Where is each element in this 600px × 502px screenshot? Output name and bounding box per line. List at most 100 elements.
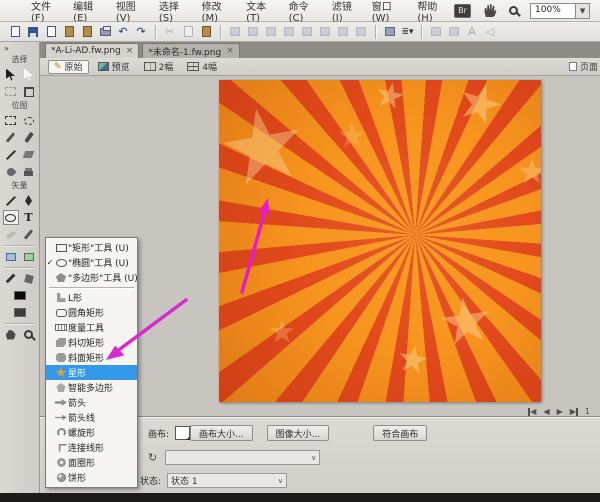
magic-wand-tool-icon[interactable] <box>3 130 19 145</box>
arrow-line-icon <box>55 414 67 422</box>
first-state-icon[interactable]: ◀ <box>528 407 536 416</box>
panel-divider <box>4 267 35 268</box>
main-toolbar: ↶ ↷ ✂ ≣▾ A ◁ <box>0 22 600 42</box>
tab-a-li-ad[interactable]: *A-Li-AD.fw.png × <box>45 43 139 58</box>
canvas-sunburst-image[interactable] <box>219 80 541 402</box>
menu-item-pie[interactable]: 饼形 <box>46 470 137 485</box>
chevron-down-icon[interactable]: ▼ <box>576 3 590 19</box>
menu-item-arrow[interactable]: 箭头 <box>46 395 137 410</box>
four-up-view-button[interactable]: 4幅 <box>182 60 222 74</box>
select-behind-tool-icon[interactable] <box>21 67 37 82</box>
slice-tool-icon[interactable] <box>21 249 37 264</box>
stamp-tool-icon[interactable] <box>21 164 37 179</box>
tools-panel: » 选择 位图 矢量 <box>0 42 40 493</box>
menu-filters[interactable]: 滤镜(I) <box>325 0 365 21</box>
text-tool-icon[interactable]: T <box>21 210 37 225</box>
annotation-arrow-canvas <box>234 192 282 300</box>
chevron-down-icon: ∨ <box>278 477 283 485</box>
fit-canvas-button[interactable]: 符合画布 <box>373 425 427 441</box>
marquee-tool-icon[interactable] <box>3 113 19 128</box>
menu-file[interactable]: 文件(F) <box>24 0 66 21</box>
menu-select[interactable]: 选择(S) <box>152 0 195 21</box>
freeform-tool-icon[interactable] <box>21 227 37 242</box>
canvas-color-swatch[interactable] <box>175 426 190 440</box>
crop-tool-icon[interactable] <box>21 84 37 99</box>
two-up-view-button[interactable]: 2幅 <box>139 60 179 74</box>
tools-section-vector-label: 矢量 <box>0 180 39 192</box>
panel-expand-icon[interactable]: » <box>0 42 39 54</box>
menu-item-rectangle-tool[interactable]: "矩形"工具 (U) <box>46 240 137 255</box>
paste-icon[interactable] <box>199 25 213 38</box>
pencil-tool-icon[interactable] <box>3 147 19 162</box>
eraser-tool-icon[interactable] <box>21 147 37 162</box>
pen-tool-icon[interactable] <box>21 193 37 208</box>
stroke-color-swatch[interactable] <box>12 288 28 303</box>
close-icon[interactable]: × <box>226 46 234 56</box>
menu-item-spiral[interactable]: 螺旋形 <box>46 425 137 440</box>
hotspot-tool-icon[interactable] <box>3 249 19 264</box>
style-icon[interactable] <box>383 25 397 38</box>
menu-item-arrow-line[interactable]: 箭头线 <box>46 410 137 425</box>
bridge-badge-icon[interactable]: Br <box>454 4 471 18</box>
print-icon[interactable] <box>98 25 112 38</box>
eyedropper-tool-icon[interactable] <box>3 271 19 286</box>
redo-icon[interactable]: ↷ <box>134 25 148 38</box>
hand-tool-icon[interactable] <box>483 4 497 17</box>
menu-view[interactable]: 视图(V) <box>109 0 152 21</box>
next-state-icon[interactable]: ▶ <box>557 407 563 416</box>
new-document-icon[interactable] <box>8 25 22 38</box>
save-icon[interactable] <box>26 25 40 38</box>
last-state-icon[interactable]: ▶ <box>570 407 578 416</box>
menu-modify[interactable]: 修改(M) <box>195 0 240 21</box>
pages-panel-label[interactable]: 页面 <box>569 60 600 73</box>
menu-item-polygon-tool[interactable]: "多边形"工具 (U) <box>46 270 137 285</box>
paint-bucket-tool-icon[interactable] <box>21 271 37 286</box>
cut-icon: ✂ <box>163 25 177 38</box>
previous-state-icon[interactable]: ◀ <box>543 407 549 416</box>
line-tool-icon[interactable] <box>3 193 19 208</box>
close-icon[interactable]: × <box>126 46 134 56</box>
canvas-size-button[interactable]: 画布大小... <box>190 425 253 441</box>
star-icon <box>56 368 67 378</box>
pointer-tool-icon[interactable] <box>3 67 19 82</box>
split-icon <box>282 25 296 38</box>
menu-item-connector-line[interactable]: 连接线形 <box>46 440 137 455</box>
tab-untitled-1[interactable]: *未命名-1.fw.png × <box>142 43 239 58</box>
magnify-tool-icon[interactable] <box>21 327 37 342</box>
state-label: 状态: <box>140 474 161 487</box>
menu-edit[interactable]: 编辑(E) <box>66 0 109 21</box>
state-dropdown[interactable]: 状态 1 ∨ <box>167 473 287 488</box>
menu-commands[interactable]: 命令(C) <box>282 0 325 21</box>
menu-text[interactable]: 文本(T) <box>239 0 281 21</box>
rotate-icon: A <box>465 25 479 38</box>
canvas-label: 画布: <box>148 427 169 440</box>
l-shape-icon <box>57 293 66 302</box>
knife-tool-icon <box>3 227 19 242</box>
hand-pan-tool-icon[interactable] <box>3 327 19 342</box>
image-size-button[interactable]: 图像大小... <box>267 425 330 441</box>
menu-window[interactable]: 窗口(W) <box>365 0 411 21</box>
blur-tool-icon[interactable] <box>3 164 19 179</box>
bottom-strip <box>0 493 600 502</box>
export-format-dropdown[interactable]: ∨ <box>165 450 320 465</box>
menu-item-doughnut[interactable]: 面圈形 <box>46 455 137 470</box>
export-options-icon[interactable]: ≣▾ <box>401 26 414 37</box>
fill-color-swatch[interactable] <box>12 305 28 320</box>
menu-item-smart-polygon[interactable]: 智能多边形 <box>46 380 137 395</box>
import-icon[interactable] <box>62 25 76 38</box>
panel-divider <box>4 323 35 324</box>
undo-icon[interactable]: ↶ <box>116 25 130 38</box>
open-icon[interactable] <box>44 25 58 38</box>
original-view-button[interactable]: ✎ 原始 <box>48 60 89 74</box>
menu-item-ellipse-tool[interactable]: ✓ "椭圆"工具 (U) <box>46 255 137 270</box>
rounded-rectangle-icon <box>56 309 67 317</box>
lasso-tool-icon[interactable] <box>21 113 37 128</box>
menu-help[interactable]: 帮助(H) <box>410 0 454 21</box>
brush-tool-icon[interactable] <box>21 130 37 145</box>
preview-view-button[interactable]: 预览 <box>93 60 135 74</box>
zoom-tool-icon[interactable] <box>509 6 518 15</box>
export-icon[interactable] <box>80 25 94 38</box>
smart-polygon-icon <box>56 383 66 392</box>
ellipse-tool-icon[interactable] <box>3 210 19 225</box>
zoom-level-select[interactable]: 100% ▼ <box>530 3 590 19</box>
